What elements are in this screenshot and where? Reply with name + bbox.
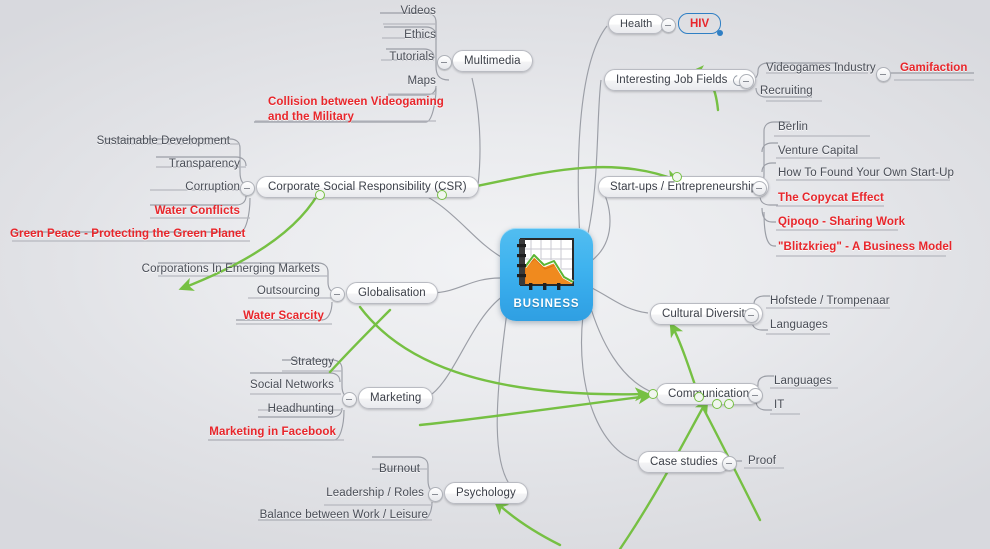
leaf-water-conflicts[interactable]: Water Conflicts xyxy=(80,205,240,218)
node-multimedia[interactable]: Multimedia xyxy=(452,50,533,72)
leaf-qipoqo[interactable]: Qipoqo - Sharing Work xyxy=(778,216,905,229)
node-label: Communication xyxy=(668,388,750,400)
leaf-copycat-effect[interactable]: The Copycat Effect xyxy=(778,192,884,205)
node-label: Marketing xyxy=(370,392,422,404)
node-case-studies[interactable]: Case studies xyxy=(638,451,730,473)
collapse-toggle-marketing[interactable] xyxy=(342,392,357,407)
leaf-burnout[interactable]: Burnout xyxy=(290,463,420,476)
node-label: HIV xyxy=(690,17,710,30)
leaf-maps[interactable]: Maps xyxy=(330,75,436,88)
leaf-how-to-found[interactable]: How To Found Your Own Start-Up xyxy=(778,167,954,180)
node-label: Case studies xyxy=(650,456,718,468)
leaf-gamifaction[interactable]: Gamifaction xyxy=(900,62,968,75)
leaf-berlin[interactable]: Berlin xyxy=(778,121,808,134)
node-globalisation[interactable]: Globalisation xyxy=(346,282,438,304)
leaf-balance-work-leisure[interactable]: Balance between Work / Leisure xyxy=(240,509,428,522)
node-label: Health xyxy=(620,18,653,30)
collapse-toggle-cultural[interactable] xyxy=(744,308,759,323)
leaf-collision-line2[interactable]: and the Military xyxy=(268,111,354,124)
relationship-endpoint-communication-b[interactable] xyxy=(712,399,722,409)
node-label: Interesting Job Fields xyxy=(616,74,728,86)
mindmap-canvas: BUSINESS Multimedia Videos Ethics Tutori… xyxy=(0,0,990,549)
node-communication[interactable]: Communication xyxy=(656,383,762,405)
leaf-hofstede[interactable]: Hofstede / Trompenaar xyxy=(770,295,890,308)
leaf-leadership-roles[interactable]: Leadership / Roles xyxy=(280,487,424,500)
leaf-languages-communication[interactable]: Languages xyxy=(774,375,832,388)
center-node[interactable]: BUSINESS xyxy=(500,228,593,321)
leaf-recruiting[interactable]: Recruiting xyxy=(760,85,813,98)
node-psychology[interactable]: Psychology xyxy=(444,482,528,504)
leaf-languages-cultural[interactable]: Languages xyxy=(770,319,828,332)
relationship-endpoint-communication-a[interactable] xyxy=(694,392,704,402)
center-node-label: BUSINESS xyxy=(513,298,580,310)
leaf-proof[interactable]: Proof xyxy=(748,455,776,468)
collapse-toggle-multimedia[interactable] xyxy=(437,55,452,70)
relationship-endpoint-startups[interactable] xyxy=(672,172,682,182)
collapse-toggle-casestudies[interactable] xyxy=(722,456,737,471)
leaf-it[interactable]: IT xyxy=(774,399,784,412)
bar-chart-icon xyxy=(516,237,577,292)
collapse-toggle-psychology[interactable] xyxy=(428,487,443,502)
leaf-marketing-facebook[interactable]: Marketing in Facebook xyxy=(180,426,336,439)
leaf-headhunting[interactable]: Headhunting xyxy=(180,403,334,416)
leaf-corruption[interactable]: Corruption xyxy=(70,181,240,194)
collapse-toggle-jobfields[interactable] xyxy=(739,74,754,89)
collapse-toggle-startups[interactable] xyxy=(752,181,767,196)
leaf-collision-line1[interactable]: Collision between Videogaming xyxy=(268,96,444,109)
node-label: Corporate Social Responsibility (CSR) xyxy=(268,181,467,193)
node-startups[interactable]: Start-ups / Entrepreneurship xyxy=(598,176,770,198)
relationship-endpoint-communication-left[interactable] xyxy=(648,389,658,399)
node-label: Multimedia xyxy=(464,55,521,67)
node-interesting-job-fields[interactable]: Interesting Job Fields xyxy=(604,69,756,91)
leaf-ethics[interactable]: Ethics xyxy=(330,29,436,42)
leaf-venture-capital[interactable]: Venture Capital xyxy=(778,145,858,158)
leaf-strategy[interactable]: Strategy xyxy=(200,356,334,369)
collapse-toggle-communication[interactable] xyxy=(748,388,763,403)
leaf-water-scarcity[interactable]: Water Scarcity xyxy=(180,310,324,323)
leaf-tutorials[interactable]: Tutorials xyxy=(328,51,434,64)
node-label: Start-ups / Entrepreneurship xyxy=(610,181,758,193)
leaf-blitzkrieg[interactable]: "Blitzkrieg" - A Business Model xyxy=(778,241,952,254)
node-label: Cultural Diversity xyxy=(662,308,751,320)
relationship-endpoint-csr-right[interactable] xyxy=(437,190,447,200)
node-marketing[interactable]: Marketing xyxy=(358,387,434,409)
leaf-sustainable-development[interactable]: Sustainable Development xyxy=(60,135,230,148)
collapse-toggle-videogames[interactable] xyxy=(876,67,891,82)
leaf-corporations-emerging[interactable]: Corporations In Emerging Markets xyxy=(140,263,320,276)
node-label: Psychology xyxy=(456,487,516,499)
relationship-endpoint-csr-left[interactable] xyxy=(315,190,325,200)
collapse-toggle-health[interactable] xyxy=(661,18,676,33)
node-hiv[interactable]: HIV xyxy=(678,13,724,36)
leaf-transparency[interactable]: Transparency xyxy=(70,158,240,171)
relationship-endpoint-communication-c[interactable] xyxy=(724,399,734,409)
leaf-videos[interactable]: Videos xyxy=(330,5,436,18)
leaf-green-peace[interactable]: Green Peace - Protecting the Green Plane… xyxy=(10,228,245,241)
marker-dot-icon xyxy=(717,30,724,36)
node-label: Globalisation xyxy=(358,287,426,299)
collapse-toggle-globalisation[interactable] xyxy=(330,287,345,302)
collapse-toggle-csr[interactable] xyxy=(240,181,255,196)
node-health[interactable]: Health xyxy=(608,14,665,34)
leaf-social-networks[interactable]: Social Networks xyxy=(180,379,334,392)
leaf-outsourcing[interactable]: Outsourcing xyxy=(180,285,320,298)
leaf-videogames-industry[interactable]: Videogames Industry xyxy=(766,62,876,75)
